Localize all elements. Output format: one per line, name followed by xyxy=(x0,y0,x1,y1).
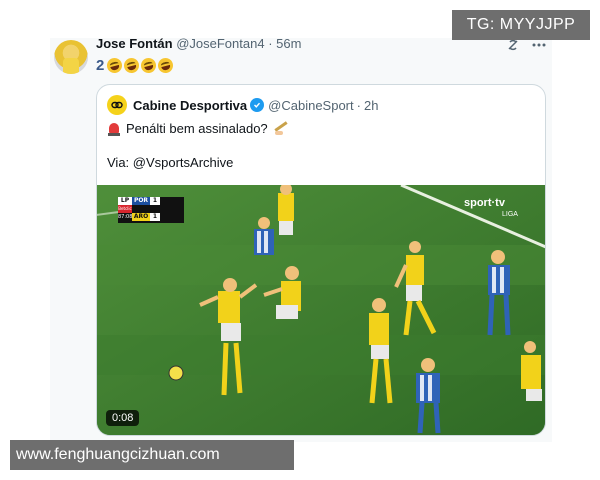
quote-author-handle[interactable]: @CabineSport xyxy=(268,98,353,113)
more-icon[interactable] xyxy=(532,43,546,47)
quote-source: Via: @VsportsArchive xyxy=(107,155,234,170)
broadcaster-logo: sport·tv LIGA xyxy=(464,197,518,218)
laughing-emoji-icon xyxy=(105,55,125,75)
laughing-emoji-icon xyxy=(122,55,142,75)
avatar[interactable] xyxy=(54,40,88,74)
author-handle[interactable]: @JoseFontan4 xyxy=(176,36,264,51)
away-score: 1 xyxy=(150,213,160,221)
writing-hand-icon xyxy=(273,122,289,136)
quoted-post[interactable]: Cabine Desportiva @CabineSport · 2h Pená… xyxy=(96,84,546,436)
broadcaster-sub: LIGA xyxy=(502,211,518,218)
quote-time[interactable]: 2h xyxy=(364,98,378,113)
scoreboard: LP POR 1 Betclic 87:08 ARO 1 xyxy=(118,197,184,223)
quote-author-name[interactable]: Cabine Desportiva xyxy=(133,98,247,113)
watermark-bottom: www.fenghuangcizhuan.com xyxy=(10,440,294,470)
laughing-emoji-icon xyxy=(139,55,159,75)
home-score: 1 xyxy=(150,197,160,205)
broadcaster-name: sport·tv xyxy=(464,197,505,209)
siren-icon xyxy=(107,122,121,136)
grok-icon[interactable] xyxy=(506,38,520,52)
post-actions xyxy=(506,38,546,52)
competition-label: LP xyxy=(118,197,132,205)
post-text: 2 xyxy=(96,55,176,75)
home-team: POR xyxy=(132,197,150,205)
verified-icon xyxy=(250,98,265,112)
quote-text-line-1: Penálti bem assinalado? xyxy=(107,121,289,136)
link-icon[interactable] xyxy=(107,95,127,115)
video-player[interactable]: LP POR 1 Betclic 87:08 ARO 1 sport·tv LI… xyxy=(97,185,545,435)
sponsor-label: Betclic xyxy=(118,205,132,213)
post-time[interactable]: 56m xyxy=(276,36,301,51)
away-team: ARO xyxy=(132,213,150,221)
watermark-top: TG: MYYJJPP xyxy=(452,10,590,40)
ball xyxy=(168,365,184,381)
laughing-emoji-icon xyxy=(156,55,176,75)
separator-dot: · xyxy=(268,36,273,51)
separator-dot: · xyxy=(356,97,361,113)
keycap-number: 2 xyxy=(96,56,105,74)
post-header: Jose Fontán @JoseFontan4 · 56m xyxy=(96,36,301,52)
match-clock: 87:08 xyxy=(118,214,133,220)
quote-text: Penálti bem assinalado? xyxy=(126,121,268,136)
author-name[interactable]: Jose Fontán xyxy=(96,36,173,51)
quote-header: Cabine Desportiva @CabineSport · 2h xyxy=(107,95,378,115)
video-duration: 0:08 xyxy=(106,410,140,426)
